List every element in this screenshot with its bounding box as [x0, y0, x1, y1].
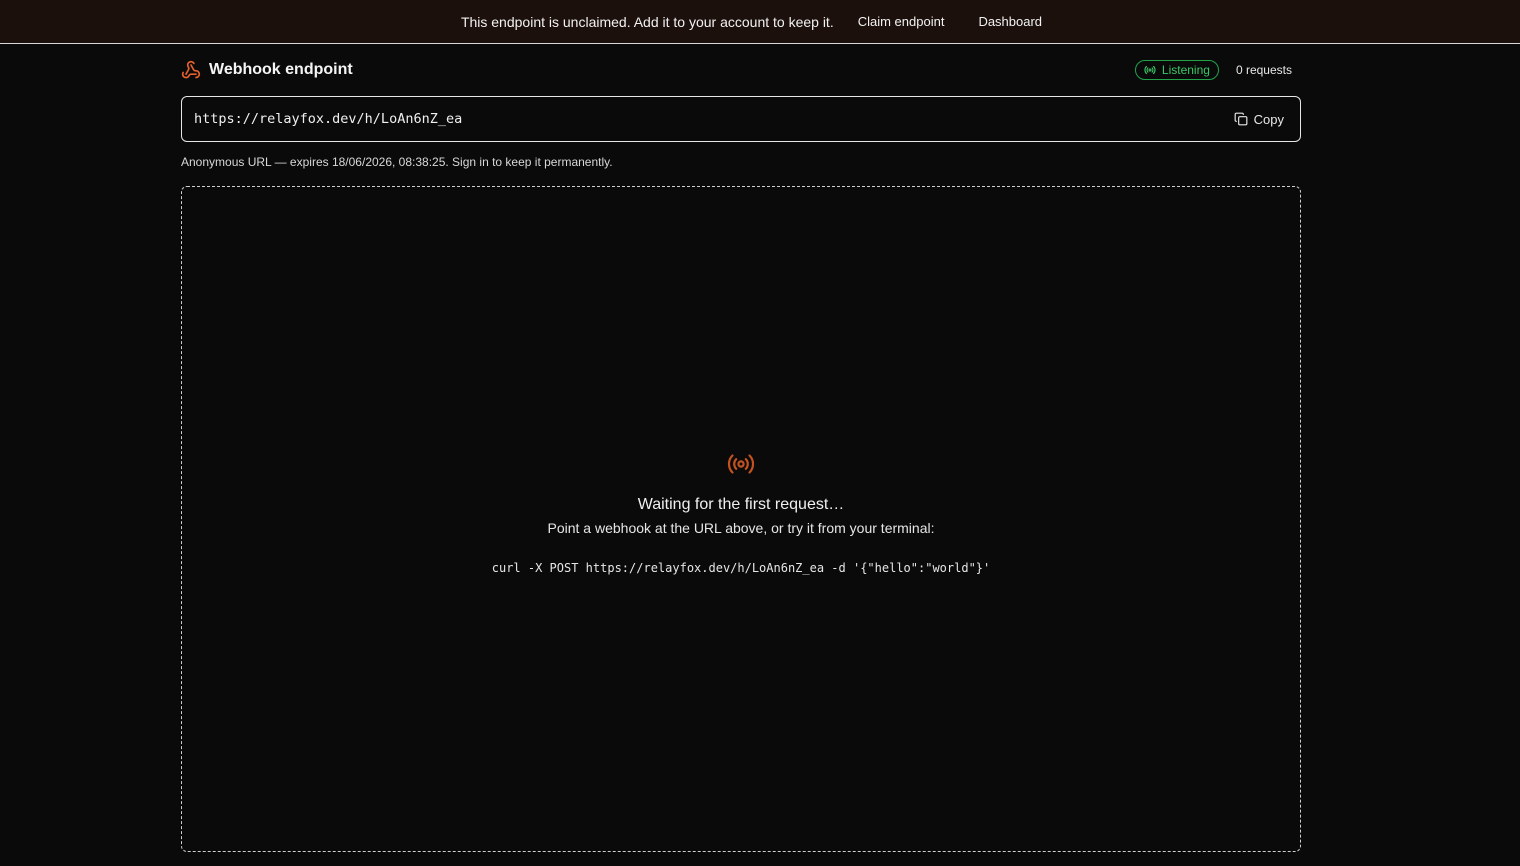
radio-icon	[1144, 65, 1156, 75]
waiting-subtitle: Point a webhook at the URL above, or try…	[547, 520, 935, 536]
expiry-note: Anonymous URL — expires 18/06/2026, 08:3…	[181, 155, 613, 169]
title-group: Webhook endpoint	[181, 60, 353, 80]
status-label: Listening	[1161, 63, 1210, 77]
banner-message: This endpoint is unclaimed. Add it to yo…	[460, 13, 834, 30]
requests-empty-state: Waiting for the first request… Point a w…	[181, 186, 1301, 852]
copy-icon	[1234, 112, 1248, 126]
claim-banner: This endpoint is unclaimed. Add it to yo…	[0, 0, 1520, 44]
curl-command[interactable]: curl -X POST https://relayfox.dev/h/LoAn…	[182, 561, 1300, 575]
claim-endpoint-link[interactable]: Claim endpoint	[858, 10, 945, 33]
page-title: Webhook endpoint	[209, 61, 353, 78]
main-content: Webhook endpoint Listening 0 requests ht…	[181, 44, 1301, 852]
header-status: Listening 0 requests	[1134, 60, 1292, 80]
copy-label: Copy	[1253, 111, 1284, 127]
webhook-icon	[181, 60, 201, 80]
dashboard-link[interactable]: Dashboard	[978, 10, 1042, 33]
endpoint-url[interactable]: https://relayfox.dev/h/LoAn6nZ_ea	[194, 111, 462, 127]
waiting-title: Waiting for the first request…	[637, 496, 845, 513]
endpoint-url-box: https://relayfox.dev/h/LoAn6nZ_ea Copy	[181, 96, 1301, 142]
empty-state-content: Waiting for the first request… Point a w…	[182, 451, 1300, 575]
status-badge: Listening	[1134, 60, 1219, 80]
broadcast-icon	[725, 451, 757, 477]
copy-button[interactable]: Copy	[1230, 108, 1288, 131]
page-header: Webhook endpoint Listening 0 requests	[181, 44, 1301, 96]
request-count: 0 requests	[1235, 63, 1292, 77]
